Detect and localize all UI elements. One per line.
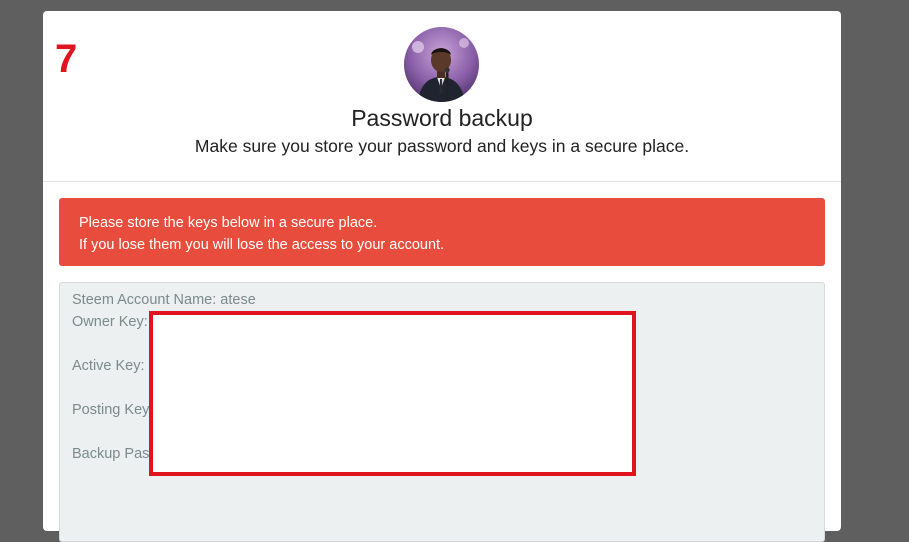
avatar-photo-icon (404, 27, 479, 102)
page-subtitle: Make sure you store your password and ke… (194, 136, 690, 156)
active-key-label: Active Key: (72, 358, 145, 374)
redaction-box (149, 311, 636, 476)
step-number: 7 (55, 37, 78, 81)
warning-alert: Please store the keys below in a secure … (59, 198, 825, 266)
page-title: Password backup (351, 105, 533, 131)
header-divider (43, 181, 841, 182)
avatar (404, 27, 479, 102)
account-name-line: Steem Account Name: atese (72, 292, 256, 308)
alert-line-1: Please store the keys below in a secure … (79, 215, 378, 231)
owner-key-label: Owner Key: (72, 314, 148, 330)
posting-key-label: Posting Key: (72, 402, 154, 418)
alert-line-2: If you lose them you will lose the acces… (79, 237, 445, 253)
